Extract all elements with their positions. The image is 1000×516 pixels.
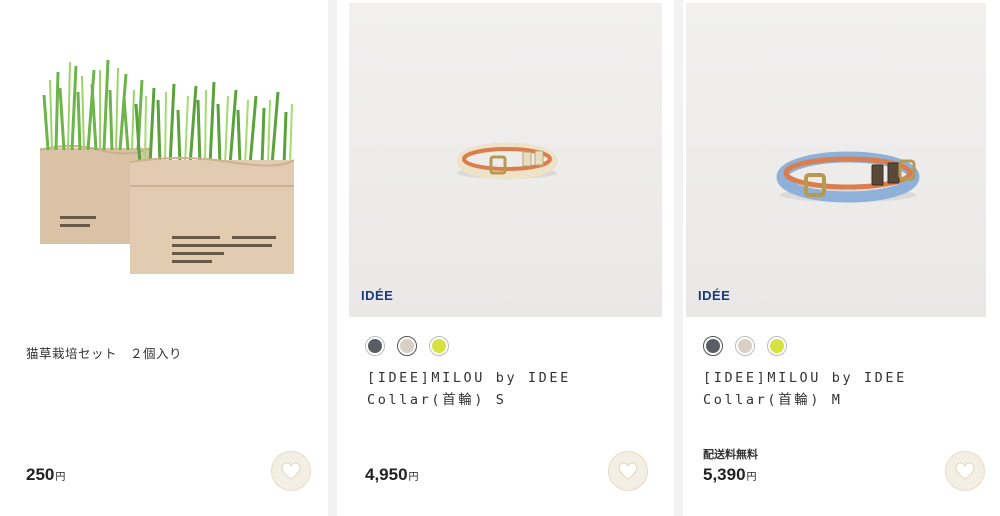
color-swatch[interactable] — [767, 336, 787, 356]
swatch-color — [400, 339, 414, 353]
brand-logo: IDÉE — [361, 288, 394, 303]
swatch-color — [706, 339, 720, 353]
product-image[interactable]: IDÉE — [686, 3, 986, 317]
free-shipping-label: 配送料無料 — [703, 448, 758, 461]
product-title[interactable]: [IDEE]MILOU by IDEE Collar(首輪) S — [367, 367, 657, 411]
heart-icon — [281, 462, 301, 480]
favorite-button[interactable] — [945, 451, 985, 491]
price-currency: 円 — [746, 472, 757, 483]
price-value: 4,950 — [365, 465, 408, 484]
product-title[interactable]: [IDEE]MILOU by IDEE Collar(首輪) M — [703, 367, 993, 411]
collar-medium-image — [776, 151, 920, 203]
swatch-color — [770, 339, 784, 353]
product-title[interactable]: 猫草栽培セット ２個入り — [26, 343, 316, 365]
product-image[interactable] — [0, 0, 328, 300]
color-swatch[interactable] — [429, 336, 449, 356]
product-card[interactable]: 猫草栽培セット ２個入り 250円 — [0, 0, 328, 516]
swatch-color — [432, 339, 446, 353]
swatch-color — [738, 339, 752, 353]
product-image[interactable]: IDÉE — [349, 3, 662, 317]
swatch-color — [368, 339, 382, 353]
heart-icon — [618, 462, 638, 480]
product-price: 5,390円 — [703, 465, 757, 485]
price-value: 5,390 — [703, 465, 746, 484]
price-value: 250 — [26, 465, 55, 484]
cat-grass-image — [39, 59, 295, 274]
product-price: 250円 — [26, 465, 65, 485]
product-price: 4,950円 — [365, 465, 419, 485]
favorite-button[interactable] — [271, 451, 311, 491]
color-swatches — [703, 336, 787, 356]
color-swatch[interactable] — [397, 336, 417, 356]
product-card[interactable]: IDÉE [IDEE]MILOU by IDEE Collar(首輪) M 配送… — [683, 0, 1000, 516]
price-currency: 円 — [55, 472, 66, 483]
color-swatch[interactable] — [365, 336, 385, 356]
color-swatches — [365, 336, 449, 356]
color-swatch[interactable] — [735, 336, 755, 356]
product-card[interactable]: IDÉE [IDEE]MILOU by IDEE Collar(首輪) S 4,… — [337, 0, 674, 516]
brand-logo: IDÉE — [698, 288, 731, 303]
collar-small-image — [456, 142, 558, 180]
heart-icon — [955, 462, 975, 480]
favorite-button[interactable] — [608, 451, 648, 491]
price-currency: 円 — [408, 472, 419, 483]
color-swatch[interactable] — [703, 336, 723, 356]
